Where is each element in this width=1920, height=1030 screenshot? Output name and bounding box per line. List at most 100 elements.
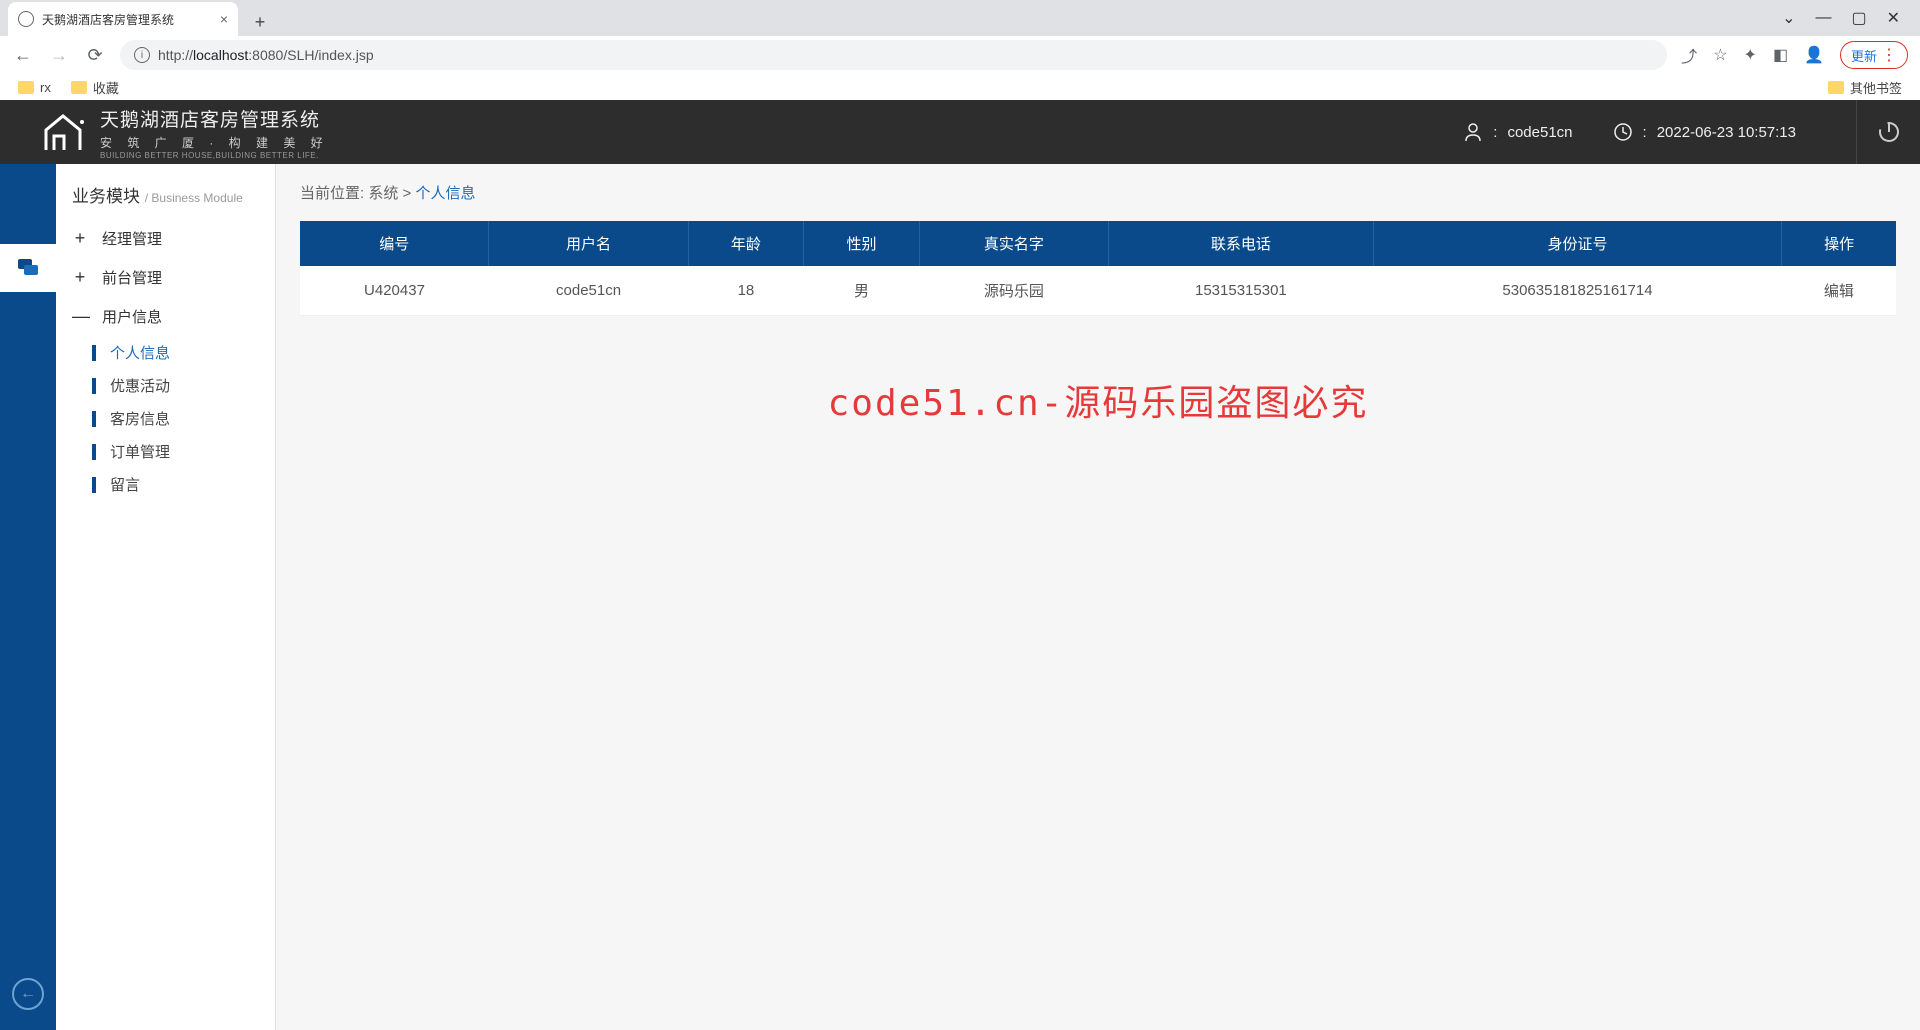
- cell-username: code51cn: [489, 266, 688, 316]
- bar-icon: [92, 477, 96, 493]
- col-username: 用户名: [489, 221, 688, 266]
- col-idcard: 身份证号: [1373, 221, 1781, 266]
- user-icon: [1463, 122, 1483, 142]
- col-action: 操作: [1782, 221, 1896, 266]
- minimize-icon[interactable]: —: [1815, 9, 1831, 27]
- table-row: U420437 code51cn 18 男 源码乐园 15315315301 5…: [300, 266, 1896, 316]
- user-info[interactable]: : code51cn: [1463, 122, 1572, 142]
- rail-back-button[interactable]: ←: [12, 978, 44, 1010]
- folder-icon: [18, 81, 34, 94]
- folder-icon: [1828, 81, 1844, 94]
- sidebar: 业务模块 / Business Module +经理管理 +前台管理 —用户信息…: [56, 164, 276, 1030]
- submenu-message[interactable]: 留言: [76, 468, 275, 501]
- datetime: 2022-06-23 10:57:13: [1657, 124, 1796, 141]
- chat-icon: [16, 257, 40, 279]
- plus-icon: +: [72, 228, 88, 249]
- submenu-personal[interactable]: 个人信息: [76, 336, 275, 369]
- url-text: http://localhost:8080/SLH/index.jsp: [158, 47, 374, 63]
- tab-title: 天鹅湖酒店客房管理系统: [42, 11, 174, 28]
- browser-tab[interactable]: 天鹅湖酒店客房管理系统 ×: [8, 2, 238, 36]
- bar-icon: [92, 345, 96, 361]
- col-id: 编号: [300, 221, 489, 266]
- col-gender: 性别: [804, 221, 920, 266]
- power-icon: [1877, 120, 1901, 144]
- app-body: ← 业务模块 / Business Module +经理管理 +前台管理 —用户…: [0, 164, 1920, 1030]
- table-header-row: 编号 用户名 年龄 性别 真实名字 联系电话 身份证号 操作: [300, 221, 1896, 266]
- update-button[interactable]: 更新 ⋮: [1840, 41, 1908, 69]
- close-tab-icon[interactable]: ×: [220, 11, 228, 27]
- breadcrumb-current[interactable]: 个人信息: [415, 185, 475, 202]
- app-subtitle: 安 筑 广 厦 · 构 建 美 好: [100, 134, 329, 151]
- plus-icon: +: [72, 267, 88, 288]
- forward-button[interactable]: →: [48, 45, 70, 66]
- browser-chrome: 天鹅湖酒店客房管理系统 × + ⌄ — ▢ ✕ ← → ⟳ i http://l…: [0, 0, 1920, 100]
- tab-bar: 天鹅湖酒店客房管理系统 × + ⌄ — ▢ ✕: [0, 0, 1920, 36]
- bookmark-rx[interactable]: rx: [18, 80, 51, 95]
- menu-frontdesk[interactable]: +前台管理: [56, 258, 275, 297]
- menu-manager[interactable]: +经理管理: [56, 219, 275, 258]
- extensions-icon[interactable]: ✦: [1744, 45, 1757, 65]
- star-icon[interactable]: ☆: [1713, 45, 1727, 65]
- content-area: 当前位置: 系统 > 个人信息 编号 用户名 年龄 性别 真实名字 联系电话 身…: [276, 164, 1920, 1030]
- back-button[interactable]: ←: [12, 45, 34, 66]
- window-controls: ⌄ — ▢ ✕: [1782, 0, 1920, 36]
- folder-icon: [71, 81, 87, 94]
- edit-button[interactable]: 编辑: [1824, 283, 1854, 300]
- logo-text: 天鹅湖酒店客房管理系统 安 筑 广 厦 · 构 建 美 好 BUILDING B…: [100, 105, 329, 160]
- bar-icon: [92, 378, 96, 394]
- left-rail: ←: [0, 164, 56, 1030]
- header-right: : code51cn : 2022-06-23 10:57:13: [1463, 100, 1880, 164]
- address-bar: ← → ⟳ i http://localhost:8080/SLH/index.…: [0, 36, 1920, 74]
- menu-dots-icon: ⋮: [1881, 45, 1897, 65]
- cell-gender: 男: [804, 266, 920, 316]
- minus-icon: —: [72, 306, 88, 327]
- bookmark-fav[interactable]: 收藏: [71, 78, 119, 97]
- url-input[interactable]: i http://localhost:8080/SLH/index.jsp: [120, 40, 1667, 70]
- username: code51cn: [1507, 124, 1572, 141]
- profile-icon[interactable]: 👤: [1804, 45, 1824, 65]
- bookmark-other[interactable]: 其他书签: [1828, 78, 1902, 97]
- col-phone: 联系电话: [1108, 221, 1373, 266]
- user-table: 编号 用户名 年龄 性别 真实名字 联系电话 身份证号 操作 U420437 c…: [300, 221, 1896, 316]
- site-info-icon[interactable]: i: [134, 47, 150, 63]
- content-inner: 编号 用户名 年龄 性别 真实名字 联系电话 身份证号 操作 U420437 c…: [300, 221, 1896, 316]
- bar-icon: [92, 411, 96, 427]
- col-age: 年龄: [688, 221, 804, 266]
- clock-icon: [1613, 122, 1633, 142]
- sidebar-title: 业务模块 / Business Module: [56, 182, 275, 219]
- share-icon[interactable]: ⤴: [1681, 43, 1697, 67]
- cell-action: 编辑: [1782, 266, 1896, 316]
- cell-age: 18: [688, 266, 804, 316]
- cell-phone: 15315315301: [1108, 266, 1373, 316]
- maximize-icon[interactable]: ▢: [1851, 8, 1866, 28]
- app-subtitle-en: BUILDING BETTER HOUSE,BUILDING BETTER LI…: [100, 151, 329, 160]
- side-panel-icon[interactable]: ◧: [1773, 45, 1788, 65]
- bar-icon: [92, 444, 96, 460]
- cell-realname: 源码乐园: [919, 266, 1108, 316]
- breadcrumb-root[interactable]: 系统: [368, 185, 398, 202]
- cell-id: U420437: [300, 266, 489, 316]
- reload-button[interactable]: ⟳: [84, 45, 106, 66]
- app-title: 天鹅湖酒店客房管理系统: [100, 105, 329, 132]
- new-tab-button[interactable]: +: [246, 8, 274, 36]
- house-logo-icon: [40, 112, 86, 152]
- address-actions: ⤴ ☆ ✦ ◧ 👤 更新 ⋮: [1681, 41, 1908, 69]
- globe-icon: [18, 11, 34, 27]
- app-header: 天鹅湖酒店客房管理系统 安 筑 广 厦 · 构 建 美 好 BUILDING B…: [0, 100, 1920, 164]
- cell-idcard: 530635181825161714: [1373, 266, 1781, 316]
- bookmark-bar: rx 收藏 其他书签: [0, 74, 1920, 100]
- app-logo: 天鹅湖酒店客房管理系统 安 筑 广 厦 · 构 建 美 好 BUILDING B…: [40, 105, 329, 160]
- rail-tab-chat[interactable]: [0, 244, 56, 292]
- close-window-icon[interactable]: ✕: [1887, 8, 1900, 28]
- submenu-orders[interactable]: 订单管理: [76, 435, 275, 468]
- col-realname: 真实名字: [919, 221, 1108, 266]
- submenu-promo[interactable]: 优惠活动: [76, 369, 275, 402]
- submenu-rooms[interactable]: 客房信息: [76, 402, 275, 435]
- breadcrumb: 当前位置: 系统 > 个人信息: [276, 164, 1920, 221]
- watermark: code51.cn-源码乐园盗图必究: [828, 374, 1369, 426]
- chevron-down-icon[interactable]: ⌄: [1782, 8, 1795, 28]
- logout-button[interactable]: [1856, 100, 1920, 164]
- datetime-info: : 2022-06-23 10:57:13: [1613, 122, 1796, 142]
- submenu: 个人信息 优惠活动 客房信息 订单管理 留言: [56, 336, 275, 501]
- menu-userinfo[interactable]: —用户信息: [56, 297, 275, 336]
